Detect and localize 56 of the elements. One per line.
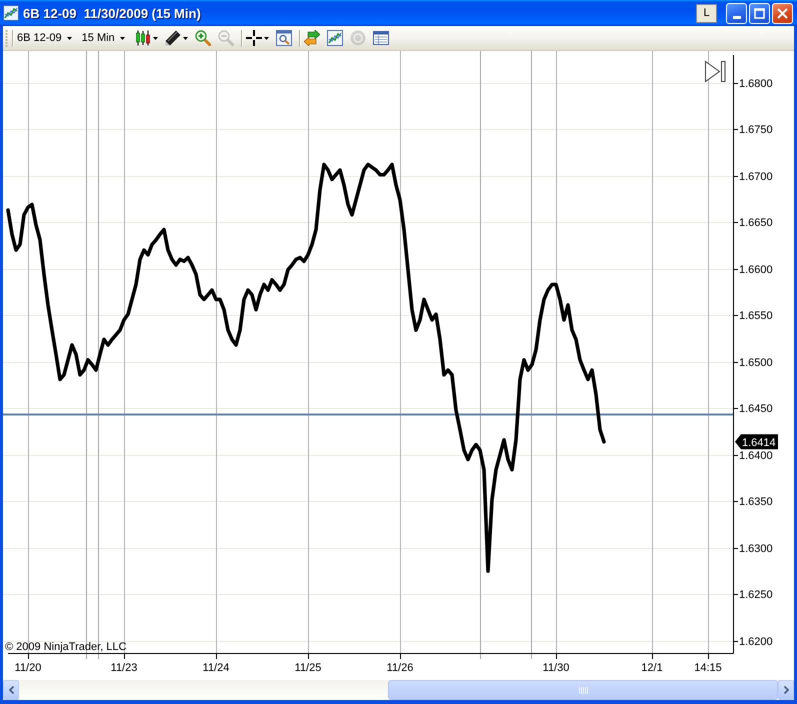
- price-axis-label: 1.6800: [739, 78, 773, 90]
- close-icon: [777, 8, 788, 18]
- grip-icon: [578, 686, 588, 694]
- price-axis-label: 1.6650: [739, 217, 773, 229]
- caret-icon[interactable]: [66, 36, 72, 40]
- scroll-left-button[interactable]: [3, 680, 19, 700]
- scroll-right-button[interactable]: [778, 680, 794, 700]
- price-axis-label: 1.6400: [739, 450, 773, 462]
- chart-icon: [3, 5, 19, 21]
- price-axis-label: 1.6700: [739, 171, 773, 183]
- minimize-button[interactable]: [726, 2, 747, 24]
- arrows-icon[interactable]: [304, 30, 320, 46]
- time-axis-label: 11/30: [542, 662, 570, 674]
- price-axis-label: 1.6500: [739, 357, 773, 369]
- time-axis-label: 14:15: [694, 662, 722, 674]
- time-axis-label: 11/26: [386, 662, 414, 674]
- window-title: 6B 12-09 11/30/2009 (15 Min): [23, 6, 201, 20]
- price-axis-label: 1.6300: [739, 543, 773, 555]
- time-axis-label: 11/23: [110, 662, 138, 674]
- caret-icon[interactable]: [264, 36, 269, 40]
- caret-icon[interactable]: [152, 36, 158, 40]
- candlestick-icon[interactable]: [134, 30, 151, 46]
- table-icon[interactable]: [372, 30, 389, 46]
- time-axis-label: 11/20: [14, 662, 42, 674]
- dropdown-button[interactable]: 15 Min: [82, 32, 127, 44]
- time-axis-label: 11/24: [202, 662, 230, 674]
- price-axis-label: 1.6750: [739, 124, 773, 136]
- pencil-icon[interactable]: [164, 30, 181, 46]
- price-axis-label: 1.6550: [739, 310, 773, 322]
- price-axis-label: 1.6350: [739, 496, 773, 508]
- horizontal-scrollbar[interactable]: [3, 680, 794, 700]
- close-button[interactable]: [772, 2, 793, 24]
- scroll-thumb[interactable]: [388, 680, 778, 700]
- price-axis-label: 1.6250: [739, 589, 773, 601]
- maximize-button[interactable]: [749, 2, 770, 24]
- magnifier-window-icon[interactable]: [276, 30, 292, 46]
- chevron-left-icon: [8, 686, 14, 694]
- minimize-icon: [732, 16, 740, 19]
- zoom-in-icon[interactable]: [194, 30, 211, 46]
- price-axis-label: 1.6200: [739, 636, 773, 648]
- chart-window-icon[interactable]: [326, 30, 343, 46]
- skip-to-end-icon[interactable]: [705, 60, 726, 82]
- toolbar-grip-icon: [5, 29, 8, 47]
- caret-icon[interactable]: [120, 36, 125, 40]
- time-axis-label: 12/1: [641, 662, 663, 674]
- price-axis-label: 1.6600: [739, 264, 773, 276]
- copyright-text: © 2009 NinjaTrader, LLC: [5, 641, 126, 653]
- time-axis-label: 11/25: [294, 662, 322, 674]
- chevron-right-icon: [784, 686, 788, 694]
- last-price-tag: 1.6414: [735, 434, 778, 450]
- maximize-icon: [754, 8, 765, 18]
- dropdown-button[interactable]: 6B 12-09: [17, 32, 74, 44]
- caret-icon[interactable]: [182, 36, 188, 40]
- title-bar-button[interactable]: L: [696, 4, 717, 22]
- price-axis-label: 1.6450: [739, 403, 773, 415]
- crosshair-icon[interactable]: [246, 30, 262, 46]
